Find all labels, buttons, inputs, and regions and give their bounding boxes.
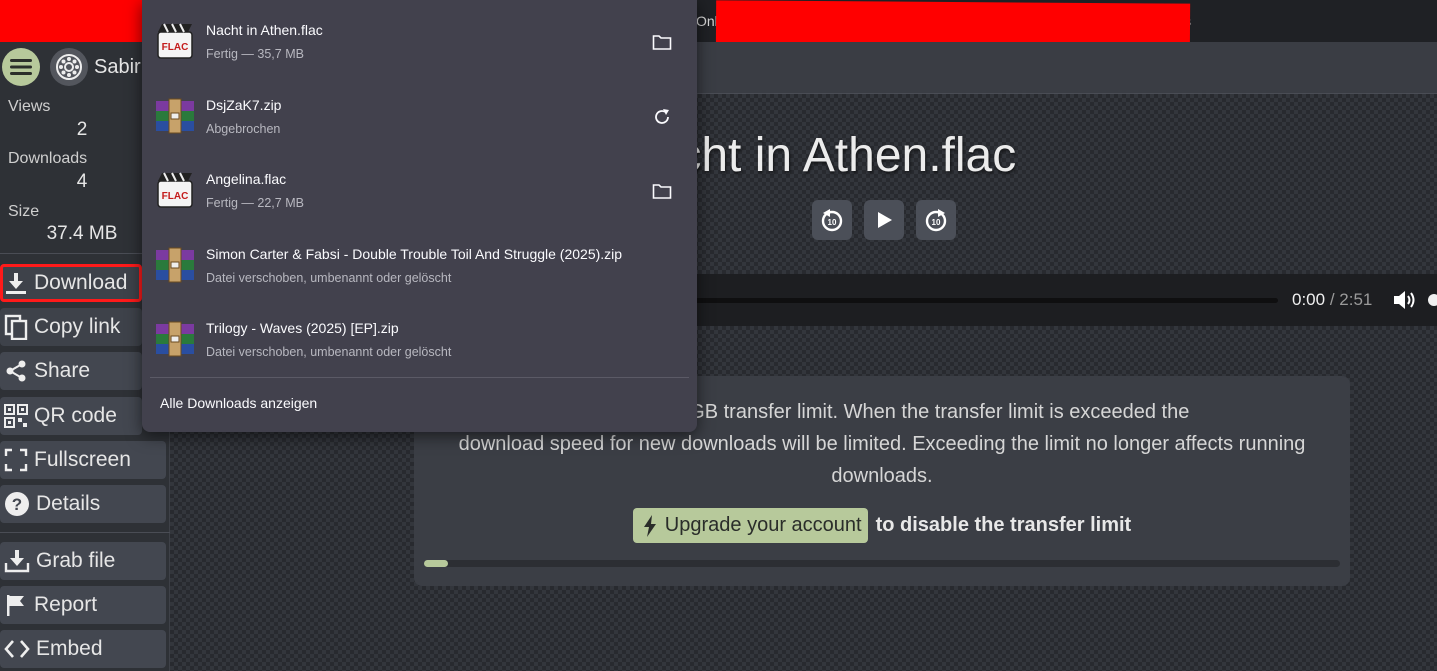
embed-button[interactable]: Embed bbox=[0, 630, 166, 668]
download-button-label: Download bbox=[34, 271, 128, 294]
duration: 2:51 bbox=[1339, 290, 1373, 309]
stat-downloads-label: Downloads bbox=[8, 150, 88, 167]
download-item-status: Fertig — 35,7 MB bbox=[206, 47, 304, 61]
download-icon bbox=[6, 273, 26, 294]
download-item-name: DsjZaK7.zip bbox=[206, 97, 282, 113]
file-title: lacht in Athen.flac bbox=[640, 129, 1017, 182]
user-button[interactable] bbox=[50, 48, 88, 86]
download-item-status: Datei verschoben, umbenannt oder gelösch… bbox=[206, 271, 452, 285]
volume-icon[interactable] bbox=[1392, 288, 1418, 312]
grab-file-button-label: Grab file bbox=[36, 549, 116, 572]
qr-code-icon bbox=[4, 404, 28, 428]
upgrade-account-label: Upgrade your account bbox=[664, 514, 862, 536]
help-icon: ? bbox=[5, 492, 29, 516]
grab-file-button[interactable]: Grab file bbox=[0, 542, 166, 580]
transfer-limit-line-3: downloads. bbox=[831, 465, 933, 487]
transfer-usage-fill bbox=[424, 560, 448, 567]
upgrade-tail-text: to disable the transfer limit bbox=[875, 514, 1132, 536]
downloads-panel-divider bbox=[150, 377, 689, 378]
download-item[interactable]: Trilogy - Waves (2025) [EP].zip Datei ve… bbox=[142, 298, 697, 372]
redaction-left bbox=[0, 0, 148, 42]
play-icon bbox=[878, 212, 892, 228]
download-item-name: Nacht in Athen.flac bbox=[206, 22, 323, 38]
menu-button[interactable] bbox=[2, 48, 40, 86]
qr-code-button[interactable]: QR code bbox=[0, 397, 142, 435]
share-button-label: Share bbox=[34, 359, 91, 382]
forward-10-button[interactable]: 10 bbox=[916, 200, 956, 240]
download-item-name: Trilogy - Waves (2025) [EP].zip bbox=[206, 320, 399, 336]
retry-icon bbox=[655, 109, 669, 124]
download-item[interactable]: Simon Carter & Fabsi - Double Trouble To… bbox=[142, 224, 697, 298]
download-item-name: Simon Carter & Fabsi - Double Trouble To… bbox=[206, 246, 623, 262]
download-item-name: Angelina.flac bbox=[206, 171, 287, 187]
copy-link-button[interactable]: Copy link bbox=[0, 308, 142, 346]
transfer-limit-line-2: download speed for new downloads will be… bbox=[458, 433, 1306, 455]
flac-badge-text: FLAC bbox=[162, 191, 189, 202]
volume-slider-knob[interactable] bbox=[1428, 294, 1437, 306]
user-name[interactable]: Sabir bbox=[94, 56, 141, 79]
open-folder-button[interactable] bbox=[650, 179, 674, 203]
report-button-label: Report bbox=[34, 593, 98, 616]
upgrade-row: Upgrade your account to disable the tran… bbox=[414, 508, 1350, 543]
details-button[interactable]: ? Details bbox=[0, 485, 166, 523]
window-title-fragment-left: Onl bbox=[696, 13, 718, 29]
zip-archive-icon bbox=[156, 321, 194, 357]
svg-text:10: 10 bbox=[932, 218, 941, 227]
hamburger-icon bbox=[10, 59, 32, 75]
zip-archive-icon bbox=[156, 98, 194, 134]
svg-text:10: 10 bbox=[828, 218, 837, 227]
lightning-icon bbox=[643, 514, 656, 537]
download-item-status: Datei verschoben, umbenannt oder gelösch… bbox=[206, 345, 452, 359]
sidebar-divider-2 bbox=[0, 532, 170, 533]
flac-badge-text: FLAC bbox=[162, 42, 189, 53]
stat-size-value: 37.4 MB bbox=[46, 223, 118, 244]
folder-icon bbox=[652, 35, 672, 50]
code-icon bbox=[4, 640, 30, 658]
forward-10-icon: 10 bbox=[925, 209, 947, 232]
show-all-downloads-link[interactable]: Alle Downloads anzeigen bbox=[160, 395, 317, 411]
flag-icon bbox=[7, 595, 24, 616]
fullscreen-button[interactable]: Fullscreen bbox=[0, 441, 166, 479]
download-item[interactable]: DsjZaK7.zip Abgebrochen bbox=[142, 75, 697, 149]
fullscreen-button-label: Fullscreen bbox=[34, 448, 131, 471]
stat-downloads-value: 4 bbox=[76, 171, 88, 192]
open-folder-button[interactable] bbox=[650, 30, 674, 54]
stat-views-value: 2 bbox=[76, 119, 88, 140]
audio-seek-bar[interactable] bbox=[690, 298, 1278, 303]
user-avatar-icon bbox=[56, 54, 82, 80]
copy-link-button-label: Copy link bbox=[34, 315, 121, 338]
grab-file-icon bbox=[4, 550, 30, 573]
share-button[interactable]: Share bbox=[0, 352, 142, 390]
play-button[interactable] bbox=[864, 200, 904, 240]
media-controls: 10 10 bbox=[812, 200, 956, 240]
share-icon bbox=[6, 360, 26, 382]
report-button[interactable]: Report bbox=[0, 586, 166, 624]
embed-button-label: Embed bbox=[36, 637, 103, 660]
current-time: 0:00 bbox=[1292, 290, 1326, 309]
downloads-panel: FLAC Nacht in Athen.flac Fertig — 35,7 M… bbox=[142, 0, 697, 432]
stat-size-label: Size bbox=[8, 203, 40, 220]
download-item-status: Abgebrochen bbox=[206, 122, 281, 136]
rewind-10-icon: 10 bbox=[821, 209, 843, 232]
download-item-status: Fertig — 22,7 MB bbox=[206, 196, 304, 210]
svg-text:?: ? bbox=[12, 495, 22, 514]
download-button[interactable]: Download bbox=[0, 264, 142, 302]
upgrade-account-button[interactable]: Upgrade your account bbox=[632, 508, 868, 543]
transfer-usage-bar bbox=[424, 560, 1340, 567]
retry-download-button[interactable] bbox=[650, 105, 674, 129]
fullscreen-icon bbox=[4, 448, 28, 472]
rewind-10-button[interactable]: 10 bbox=[812, 200, 852, 240]
folder-icon bbox=[652, 184, 672, 199]
stat-views-label: Views bbox=[8, 98, 51, 115]
download-item[interactable]: FLAC Angelina.flac Fertig — 22,7 MB bbox=[142, 149, 697, 223]
details-button-label: Details bbox=[36, 492, 101, 515]
flac-file-icon: FLAC bbox=[157, 172, 193, 208]
copy-icon bbox=[4, 314, 28, 340]
zip-archive-icon bbox=[156, 247, 194, 283]
time-separator: / bbox=[1325, 290, 1340, 309]
audio-time: 0:00 / 2:51 bbox=[1292, 290, 1372, 310]
qr-code-button-label: QR code bbox=[34, 404, 117, 427]
download-item[interactable]: FLAC Nacht in Athen.flac Fertig — 35,7 M… bbox=[142, 0, 697, 74]
flac-file-icon: FLAC bbox=[157, 23, 193, 59]
